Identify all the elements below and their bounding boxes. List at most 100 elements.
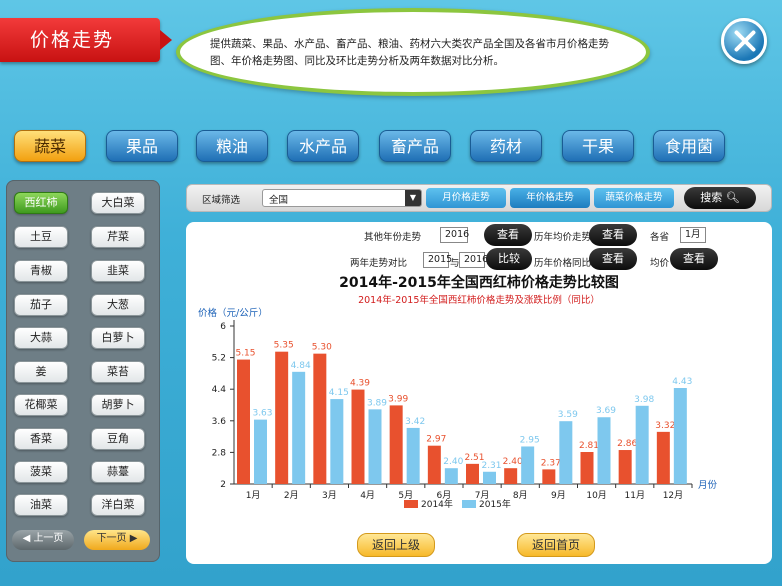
veg-item-potato[interactable]: 土豆 (14, 226, 68, 248)
tab-yearly-trend[interactable]: 年价格走势 (510, 188, 590, 208)
bar-2014 (466, 463, 479, 484)
veg-item-garlic-sprout[interactable]: 蒜薹 (91, 461, 145, 483)
data-label: 3.99 (388, 394, 408, 404)
legend-swatch (462, 500, 476, 508)
bar-2014 (580, 452, 594, 484)
page-title: 价格走势 (0, 18, 172, 62)
y-tick-label: 2.8 (212, 448, 227, 458)
veg-item-cabbage[interactable]: 大白菜 (91, 192, 145, 214)
data-label: 2.40 (503, 457, 523, 467)
tab-fruits[interactable]: 果品 (106, 130, 178, 162)
search-button[interactable]: 搜索 🔍︎ (684, 187, 756, 209)
veg-item-cabbage-round[interactable]: 洋白菜 (91, 494, 145, 516)
bar-2015 (292, 371, 306, 484)
hist-yoy-view-button[interactable]: 查看 (589, 248, 637, 270)
other-year-view-button[interactable]: 查看 (484, 224, 532, 246)
yoy-avg-label: 历年均价走势 (534, 232, 592, 243)
chevron-right-icon: ▶ (126, 533, 138, 544)
tab-vegetables[interactable]: 蔬菜 (14, 130, 86, 162)
x-tick-label: 8月 (513, 490, 528, 501)
veg-item-caitai[interactable]: 菜苔 (91, 361, 145, 383)
veg-item-ginger[interactable]: 姜 (14, 361, 68, 383)
region-filter-label: 区域筛选 (202, 195, 241, 206)
close-button[interactable] (721, 18, 767, 64)
veg-item-green-bean[interactable]: 豆角 (91, 428, 145, 450)
avg-view-button[interactable]: 查看 (670, 248, 718, 270)
x-tick-label: 10月 (586, 490, 606, 501)
month-input[interactable]: 1月 (680, 227, 706, 243)
bar-2014 (237, 359, 250, 484)
tab-aquatic[interactable]: 水产品 (287, 130, 359, 162)
veg-item-rape[interactable]: 油菜 (14, 494, 68, 516)
veg-item-carrot[interactable]: 胡萝卜 (91, 394, 145, 416)
veg-item-cauliflower[interactable]: 花椰菜 (14, 394, 68, 416)
x-tick-label: 5月 (398, 490, 413, 501)
compare-year1-input[interactable]: 2015 (423, 252, 452, 268)
compare-button[interactable]: 比较 (486, 248, 532, 270)
data-label: 2.95 (520, 435, 540, 445)
description-line-2: 图、年价格走势图、同比及环比走势分析及两年数据对比分析。 (210, 55, 504, 67)
x-tick-label: 1月 (246, 490, 261, 501)
x-axis-title: 月份 (698, 479, 718, 491)
tab-grain-oil[interactable]: 粮油 (196, 130, 268, 162)
other-year-input[interactable]: 2016 (440, 227, 469, 243)
tab-herbs[interactable]: 药材 (470, 130, 542, 162)
next-page-label: 下一页 (96, 533, 127, 544)
tab-mushroom[interactable]: 食用菌 (653, 130, 725, 162)
bar-2015 (597, 417, 611, 484)
x-tick-label: 12月 (663, 490, 683, 501)
data-label: 2.97 (426, 435, 446, 445)
bar-2015 (673, 388, 687, 484)
data-label: 2.31 (481, 461, 501, 471)
back-home-button[interactable]: 返回首页 (517, 533, 595, 557)
y-tick-label: 6 (220, 322, 226, 332)
data-label: 4.84 (291, 361, 311, 371)
next-page-button[interactable]: 下一页 ▶ (84, 530, 150, 550)
compare-year2-input[interactable]: 2016 (459, 252, 488, 268)
bar-2015 (406, 427, 420, 484)
data-label: 3.59 (558, 410, 578, 420)
veg-item-green-pepper[interactable]: 青椒 (14, 260, 68, 282)
x-tick-label: 4月 (360, 490, 375, 501)
back-up-button[interactable]: 返回上级 (357, 533, 435, 557)
data-label: 2.81 (579, 441, 599, 451)
veg-item-garlic[interactable]: 大蒜 (14, 327, 68, 349)
veg-item-eggplant[interactable]: 茄子 (14, 294, 68, 316)
bar-2014 (504, 468, 518, 484)
veg-item-celery[interactable]: 芹菜 (91, 226, 145, 248)
y-tick-label: 2 (220, 480, 226, 490)
description-line-1: 提供蔬菜、果品、水产品、畜产品、粮油、药材六大类农产品全国及各省市月价格走势 (210, 38, 609, 50)
avg-label: 均价 (650, 258, 670, 269)
y-tick-label: 3.6 (212, 417, 227, 427)
data-label: 3.98 (634, 395, 654, 405)
veg-item-leek[interactable]: 韭菜 (91, 260, 145, 282)
data-label: 4.15 (329, 388, 349, 398)
bar-2014 (351, 389, 365, 484)
bar-2015 (444, 468, 458, 484)
bar-2014 (313, 353, 327, 484)
data-label: 5.15 (235, 349, 255, 359)
x-tick-label: 11月 (625, 490, 645, 501)
region-select[interactable]: 全国 ▼ (262, 189, 422, 207)
data-label: 3.89 (367, 398, 387, 408)
data-label: 3.32 (655, 421, 675, 431)
chevron-left-icon: ◀ (22, 533, 34, 544)
tab-monthly-trend[interactable]: 月价格走势 (426, 188, 506, 208)
tab-dried-fruit[interactable]: 干果 (562, 130, 634, 162)
price-bar-chart: 价格（元/公斤） 月份 2 2.8 3.6 4.4 5.2 6 1月 5.15 3.63 2月 5.35… (198, 307, 718, 510)
hist-yoy-label: 历年价格同比 (534, 258, 592, 269)
veg-item-radish[interactable]: 白萝卜 (91, 327, 145, 349)
province-label: 各省 (650, 232, 670, 243)
prev-page-button[interactable]: ◀ 上一页 (12, 530, 74, 550)
tab-vegetable-trend[interactable]: 蔬菜价格走势 (594, 188, 674, 208)
veg-item-tomato[interactable]: 西红柿 (14, 192, 68, 214)
veg-item-spinach[interactable]: 菠菜 (14, 461, 68, 483)
yoy-avg-view-button[interactable]: 查看 (589, 224, 637, 246)
description-text: 提供蔬菜、果品、水产品、畜产品、粮油、药材六大类农产品全国及各省市月价格走势 图… (210, 36, 630, 70)
veg-item-coriander[interactable]: 香菜 (14, 428, 68, 450)
tab-livestock[interactable]: 畜产品 (379, 130, 451, 162)
data-label: 2.40 (443, 457, 463, 467)
veg-item-scallion[interactable]: 大葱 (91, 294, 145, 316)
bar-2015 (521, 446, 535, 484)
bar-2015 (559, 421, 573, 484)
